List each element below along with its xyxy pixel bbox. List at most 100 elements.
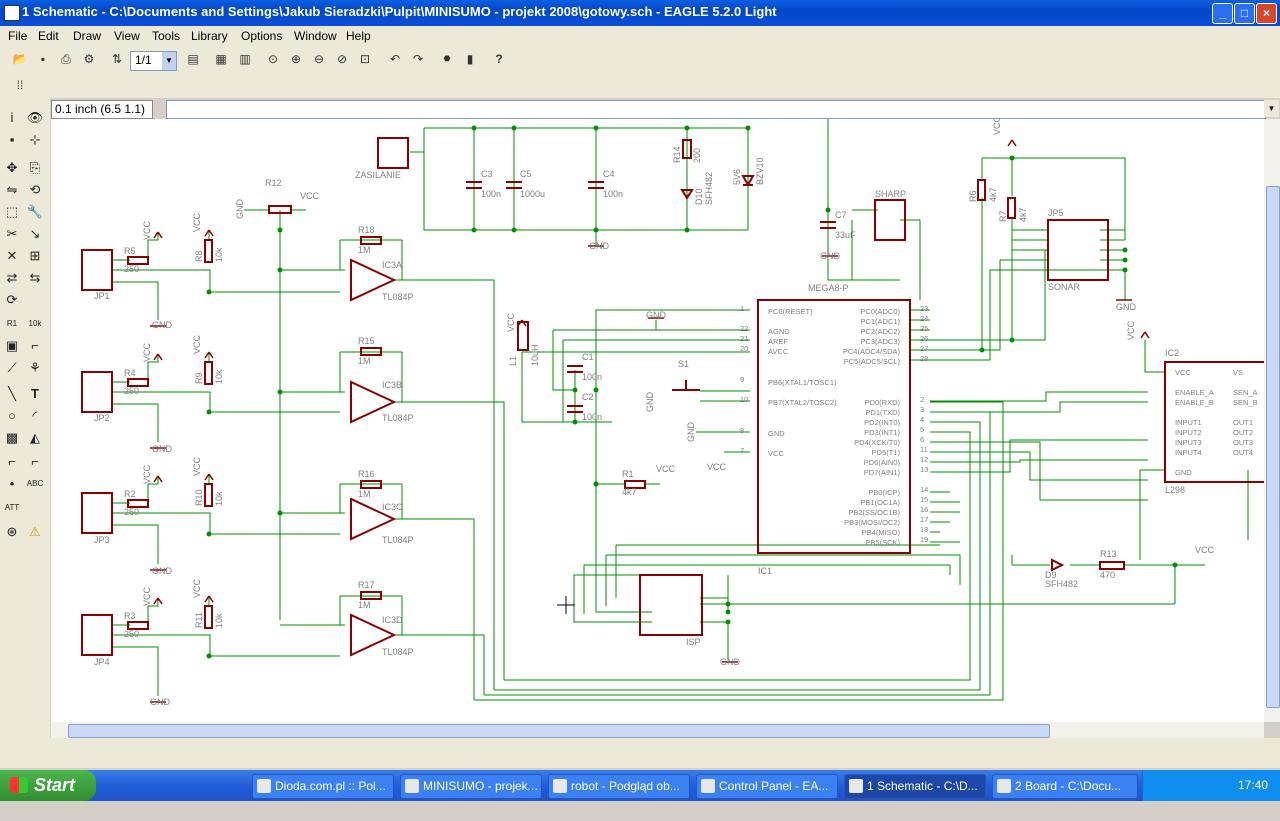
attribute-icon[interactable]: ATT: [2, 498, 22, 518]
circle-icon[interactable]: ○: [2, 406, 22, 426]
task-control-panel[interactable]: Control Panel - EA...: [696, 774, 838, 799]
junction-dot: [593, 125, 599, 131]
smash-icon[interactable]: ▣: [2, 336, 22, 356]
rect-icon[interactable]: ▩: [2, 428, 22, 448]
menu-library[interactable]: Library: [191, 29, 228, 43]
text-icon[interactable]: T: [25, 384, 45, 404]
mega-right-pin-num: 15: [920, 495, 928, 504]
grid-icon[interactable]: ⁞⁞: [11, 76, 29, 94]
move-icon[interactable]: ✥: [2, 158, 22, 178]
redo-icon[interactable]: ↷: [409, 50, 427, 68]
menu-options[interactable]: Options: [241, 29, 282, 43]
mirror-icon[interactable]: ⇋: [2, 180, 22, 200]
main-toolbar: 📂 ▪ ⎙ ⚙ ⇅ ▤ ▦ ▥ ⊙ ⊕ ⊖ ⊘ ⊡ ↶ ↷ ⬣ ▮ ?: [0, 46, 1280, 75]
close-button[interactable]: ×: [1256, 3, 1277, 24]
junction-dot: [725, 601, 731, 607]
replace-icon[interactable]: ⟳: [2, 290, 22, 310]
mega-right-pin-num: 11: [920, 445, 928, 454]
menu-window[interactable]: Window: [294, 29, 337, 43]
task-label: Control Panel - EA...: [719, 779, 829, 793]
junction-icon[interactable]: •: [2, 474, 22, 494]
l298-right-pin: OUT4: [1233, 448, 1253, 457]
bus-icon[interactable]: ⌐: [2, 452, 22, 472]
zoom-redraw-icon[interactable]: ⊘: [333, 50, 351, 68]
task-board[interactable]: 2 Board - C:\Docu...: [992, 774, 1138, 799]
label-jp1: JP1: [94, 291, 110, 301]
zoom-select-icon[interactable]: ⊡: [356, 50, 374, 68]
chevron-down-icon[interactable]: ▼: [1264, 100, 1279, 117]
name-icon[interactable]: R1: [2, 314, 22, 334]
help-icon[interactable]: ?: [490, 50, 508, 68]
value-icon[interactable]: 10k: [25, 314, 45, 334]
menu-help[interactable]: Help: [346, 29, 371, 43]
display-icon[interactable]: ▪: [2, 130, 22, 150]
erc-icon[interactable]: ⊛: [2, 522, 22, 542]
label-icon[interactable]: ABC: [25, 474, 45, 494]
go-icon[interactable]: ▮: [461, 50, 479, 68]
show-icon[interactable]: 👁: [25, 108, 45, 128]
mega-left-pin-num: 8: [740, 426, 744, 435]
horizontal-scroll-thumb[interactable]: [68, 724, 1050, 738]
menu-draw[interactable]: Draw: [73, 29, 101, 43]
label-gnd-isp: GND: [720, 657, 741, 667]
miter-icon[interactable]: ⌐: [25, 336, 45, 356]
split-icon[interactable]: ⟋: [2, 358, 22, 378]
l298-right-pin: SEN_B: [1233, 398, 1258, 407]
polygon-icon[interactable]: ◭: [25, 428, 45, 448]
mark-icon[interactable]: ⊹: [25, 130, 45, 150]
net-icon[interactable]: ⌐: [25, 452, 45, 472]
gateswap-icon[interactable]: ⇆: [25, 268, 45, 288]
board-switch-icon[interactable]: ⇅: [108, 50, 126, 68]
sheet-select[interactable]: 1/1 ▼: [130, 51, 177, 71]
save-icon[interactable]: ▪: [34, 50, 52, 68]
menu-view[interactable]: View: [114, 29, 140, 43]
wire-icon[interactable]: ╲: [2, 384, 22, 404]
task-schematic[interactable]: 1 Schematic - C:\D...: [844, 774, 986, 799]
errors-icon[interactable]: ⚠: [25, 522, 45, 542]
task-robot-preview[interactable]: robot - Podgląd ob...: [548, 774, 690, 799]
stop-icon[interactable]: ⬣: [438, 50, 456, 68]
title-bar[interactable]: 1 Schematic - C:\Documents and Settings\…: [0, 0, 1280, 26]
zoom-in-icon[interactable]: ⊕: [287, 50, 305, 68]
zoom-fit-icon[interactable]: ⊙: [264, 50, 282, 68]
schematic-canvas[interactable]: ZASILANIE C3 100n C5 1000u C4 100n R14 2…: [51, 119, 1264, 722]
menu-file[interactable]: File: [8, 29, 27, 43]
undo-icon[interactable]: ↶: [386, 50, 404, 68]
arc-icon[interactable]: ◜: [25, 406, 45, 426]
mega-right-pin-num: 18: [920, 525, 928, 534]
delete-icon[interactable]: ✕: [2, 246, 22, 266]
group-icon[interactable]: ⬚: [2, 202, 22, 222]
invoke-icon[interactable]: ⚘: [25, 358, 45, 378]
add-icon[interactable]: ⊞: [25, 246, 45, 266]
open-icon[interactable]: 📂: [11, 50, 29, 68]
task-minisumo-folder[interactable]: MINISUMO - projek...: [400, 774, 542, 799]
change-icon[interactable]: 🔧: [25, 202, 45, 222]
label-ic2: IC2: [1165, 348, 1179, 358]
zoom-out-icon[interactable]: ⊖: [310, 50, 328, 68]
start-button[interactable]: Start: [0, 770, 96, 801]
paste-icon[interactable]: ↘: [25, 224, 45, 244]
menu-tools[interactable]: Tools: [152, 29, 180, 43]
copy-icon[interactable]: ⎘: [25, 158, 45, 178]
clock[interactable]: 17:40: [1238, 778, 1268, 792]
task-dioda[interactable]: Dioda.com.pl :: Pol...: [252, 774, 394, 799]
maximize-button[interactable]: □: [1234, 3, 1255, 24]
rotate-icon[interactable]: ⟲: [25, 180, 45, 200]
cut-icon[interactable]: ✂: [2, 224, 22, 244]
use-library-icon[interactable]: ▦: [212, 50, 230, 68]
mega-right-pin-name: PB3(MOSI/OC2): [844, 518, 900, 527]
script-icon[interactable]: ▥: [236, 50, 254, 68]
eagle-app-icon[interactable]: [4, 5, 20, 21]
info-icon[interactable]: i: [2, 108, 22, 128]
sheet-icon[interactable]: ▤: [184, 50, 202, 68]
print-icon[interactable]: ⎙: [57, 50, 75, 68]
minimize-button[interactable]: _: [1212, 3, 1233, 24]
cam-processor-icon[interactable]: ⚙: [80, 50, 98, 68]
command-line-input[interactable]: [166, 100, 1266, 119]
chevron-down-icon[interactable]: ▼: [162, 52, 176, 70]
vertical-scroll-thumb[interactable]: [1266, 186, 1280, 708]
pinswap-icon[interactable]: ⇄: [2, 268, 22, 288]
menu-edit[interactable]: Edit: [38, 29, 59, 43]
mega-left-pin-num: 20: [740, 344, 748, 353]
label-gnd-c7: GND: [820, 251, 841, 261]
